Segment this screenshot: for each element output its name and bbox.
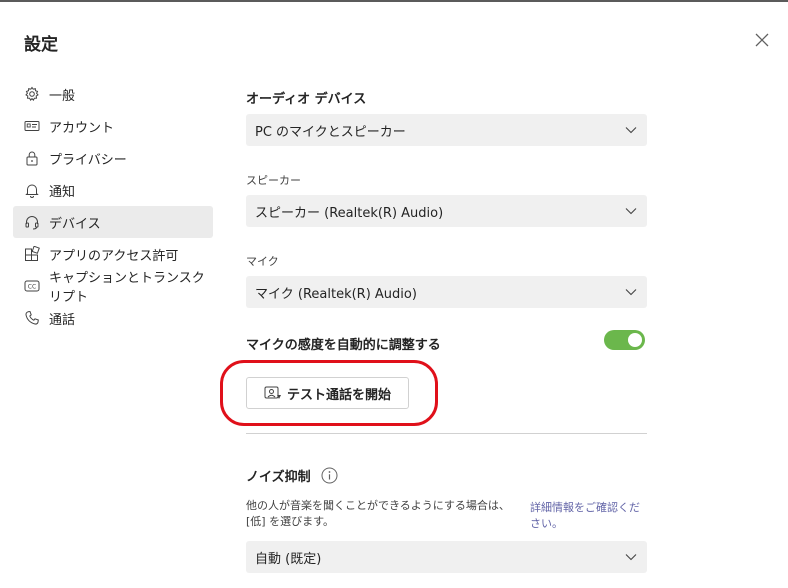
sidebar-item-label: アプリのアクセス許可 <box>49 248 179 264</box>
mic-label: マイク <box>246 255 279 268</box>
test-call-icon <box>264 386 281 399</box>
noise-suppression-select[interactable]: 自動 (既定) <box>246 541 647 573</box>
sidebar-item-notifications[interactable]: 通知 <box>13 174 213 206</box>
noise-suppression-title: ノイズ抑制 <box>246 466 338 485</box>
noise-title-text: ノイズ抑制 <box>246 470 311 485</box>
speaker-select[interactable]: スピーカー (Realtek(R) Audio) <box>246 195 647 227</box>
sidebar-item-label: 通話 <box>49 312 76 328</box>
audio-devices-title: オーディオ デバイス <box>246 92 367 107</box>
close-button[interactable] <box>752 30 772 50</box>
sidebar-item-calls[interactable]: 通話 <box>13 302 213 334</box>
mic-value: マイク (Realtek(R) Audio) <box>255 286 417 302</box>
headset-icon <box>24 214 40 230</box>
audio-device-value: PC のマイクとスピーカー <box>255 124 406 140</box>
speaker-label: スピーカー <box>246 174 301 187</box>
gear-icon <box>24 86 40 102</box>
start-test-call-button[interactable]: テスト通話を開始 <box>246 377 409 409</box>
speaker-value: スピーカー (Realtek(R) Audio) <box>255 205 444 221</box>
sidebar-item-label: デバイス <box>49 216 101 232</box>
toggle-knob <box>628 333 642 347</box>
chevron-down-icon <box>625 127 637 134</box>
phone-icon <box>24 310 40 326</box>
settings-sidebar: 一般 アカウント プライバシー 通知 デバイス アプリのアクセス許可 CC キャ… <box>13 78 213 334</box>
sidebar-item-label: 一般 <box>49 88 76 104</box>
info-icon[interactable] <box>321 467 338 484</box>
auto-adjust-toggle[interactable] <box>604 330 645 350</box>
test-call-label: テスト通話を開始 <box>286 387 391 403</box>
bell-icon <box>24 182 40 198</box>
chevron-down-icon <box>625 554 637 561</box>
sidebar-item-general[interactable]: 一般 <box>13 78 213 110</box>
id-card-icon <box>24 118 40 134</box>
chevron-down-icon <box>625 208 637 215</box>
chevron-down-icon <box>625 289 637 296</box>
noise-value: 自動 (既定) <box>255 551 322 567</box>
noise-description: 他の人が音楽を聞くことができるようにする場合は、[低] を選びます。 <box>246 499 510 528</box>
sidebar-item-app-permissions[interactable]: アプリのアクセス許可 <box>13 238 213 270</box>
sidebar-item-label: キャプションとトランスクリプト <box>49 271 205 305</box>
sidebar-item-privacy[interactable]: プライバシー <box>13 142 213 174</box>
auto-adjust-label: マイクの感度を自動的に調整する <box>246 338 441 353</box>
cc-icon: CC <box>24 278 40 294</box>
sidebar-item-label: プライバシー <box>49 152 127 168</box>
mic-select[interactable]: マイク (Realtek(R) Audio) <box>246 276 647 308</box>
sidebar-item-devices[interactable]: デバイス <box>13 206 213 238</box>
audio-device-select[interactable]: PC のマイクとスピーカー <box>246 114 647 146</box>
sidebar-item-captions[interactable]: CC キャプションとトランスクリプト <box>13 270 213 305</box>
section-divider <box>246 433 647 434</box>
sidebar-item-label: アカウント <box>49 120 115 136</box>
close-icon <box>755 33 769 47</box>
window-top-border <box>0 0 788 2</box>
sidebar-item-label: 通知 <box>49 184 76 200</box>
svg-text:CC: CC <box>28 284 36 291</box>
sidebar-item-account[interactable]: アカウント <box>13 110 213 142</box>
apps-icon <box>24 246 40 262</box>
lock-icon <box>24 150 40 166</box>
learn-more-link[interactable]: 詳細情報をご確認ください。 <box>530 500 650 532</box>
page-title: 設定 <box>24 35 58 55</box>
